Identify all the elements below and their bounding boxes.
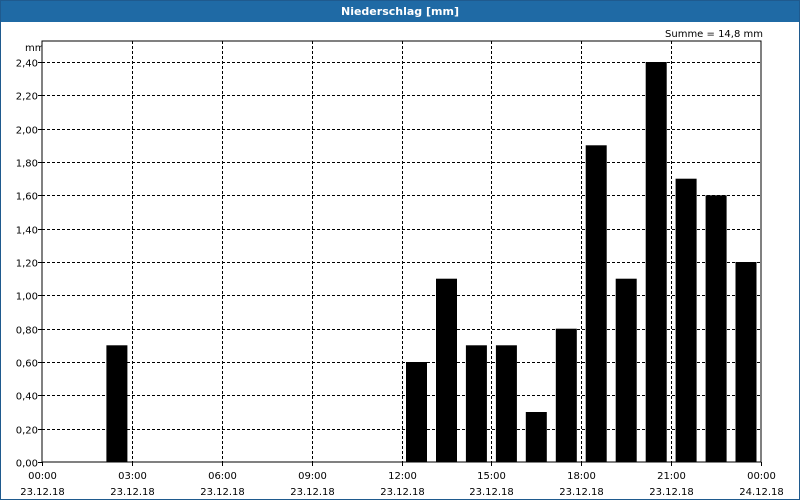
bar bbox=[465, 345, 487, 462]
y-tick-label: 0,60 bbox=[16, 359, 38, 370]
bar bbox=[615, 278, 637, 462]
y-tick-label: 1,00 bbox=[16, 292, 38, 303]
x-tick-time-label: 00:00 bbox=[747, 471, 776, 482]
y-tick-label: 1,40 bbox=[16, 226, 38, 237]
x-tick-time-label: 12:00 bbox=[388, 471, 417, 482]
bar bbox=[645, 62, 667, 462]
sum-label: Summe = 14,8 mm bbox=[665, 29, 763, 40]
chart-window: Niederschlag [mm] mm Summe = 14,8 mm 0,0… bbox=[0, 0, 800, 500]
x-tick-date-label: 23.12.18 bbox=[20, 487, 65, 498]
x-tick-time-label: 00:00 bbox=[28, 471, 57, 482]
y-tick-label: 1,60 bbox=[16, 192, 38, 203]
bar bbox=[495, 345, 517, 462]
y-tick-label: 1,20 bbox=[16, 259, 38, 270]
y-tick-label: 2,40 bbox=[16, 59, 38, 70]
x-tick-date-label: 23.12.18 bbox=[559, 487, 604, 498]
x-tick-date-label: 23.12.18 bbox=[290, 487, 335, 498]
x-tick-time-label: 15:00 bbox=[477, 471, 506, 482]
x-tick-time-label: 09:00 bbox=[298, 471, 327, 482]
bar bbox=[735, 262, 757, 462]
x-tick-time-label: 03:00 bbox=[118, 471, 147, 482]
y-tick-label: 0,80 bbox=[16, 326, 38, 337]
x-tick-date-label: 23.12.18 bbox=[200, 487, 245, 498]
bar bbox=[525, 412, 547, 462]
bar bbox=[675, 178, 697, 462]
x-tick-date-label: 23.12.18 bbox=[469, 487, 514, 498]
y-tick-label: 1,80 bbox=[16, 159, 38, 170]
y-tick-label: 0,20 bbox=[16, 426, 38, 437]
y-tick-label: 0,00 bbox=[16, 459, 38, 470]
y-tick-label: 2,00 bbox=[16, 126, 38, 137]
x-tick-date-label: 23.12.18 bbox=[649, 487, 694, 498]
y-tick-label: 0,40 bbox=[16, 392, 38, 403]
x-tick-date-label: 24.12.18 bbox=[739, 487, 784, 498]
y-tick-label: 2,20 bbox=[16, 92, 38, 103]
bar bbox=[436, 278, 457, 462]
x-tick-time-label: 06:00 bbox=[208, 471, 237, 482]
x-tick-date-label: 23.12.18 bbox=[380, 487, 425, 498]
x-tick-date-label: 23.12.18 bbox=[110, 487, 155, 498]
x-tick-time-label: 18:00 bbox=[567, 471, 596, 482]
bar bbox=[106, 345, 128, 462]
bar bbox=[406, 362, 427, 462]
x-tick-time-label: 21:00 bbox=[657, 471, 686, 482]
bar bbox=[705, 195, 727, 463]
bar bbox=[555, 328, 577, 462]
precipitation-chart: mm Summe = 14,8 mm 0,000,200,400,600,801… bbox=[16, 29, 784, 498]
bar bbox=[585, 145, 607, 463]
